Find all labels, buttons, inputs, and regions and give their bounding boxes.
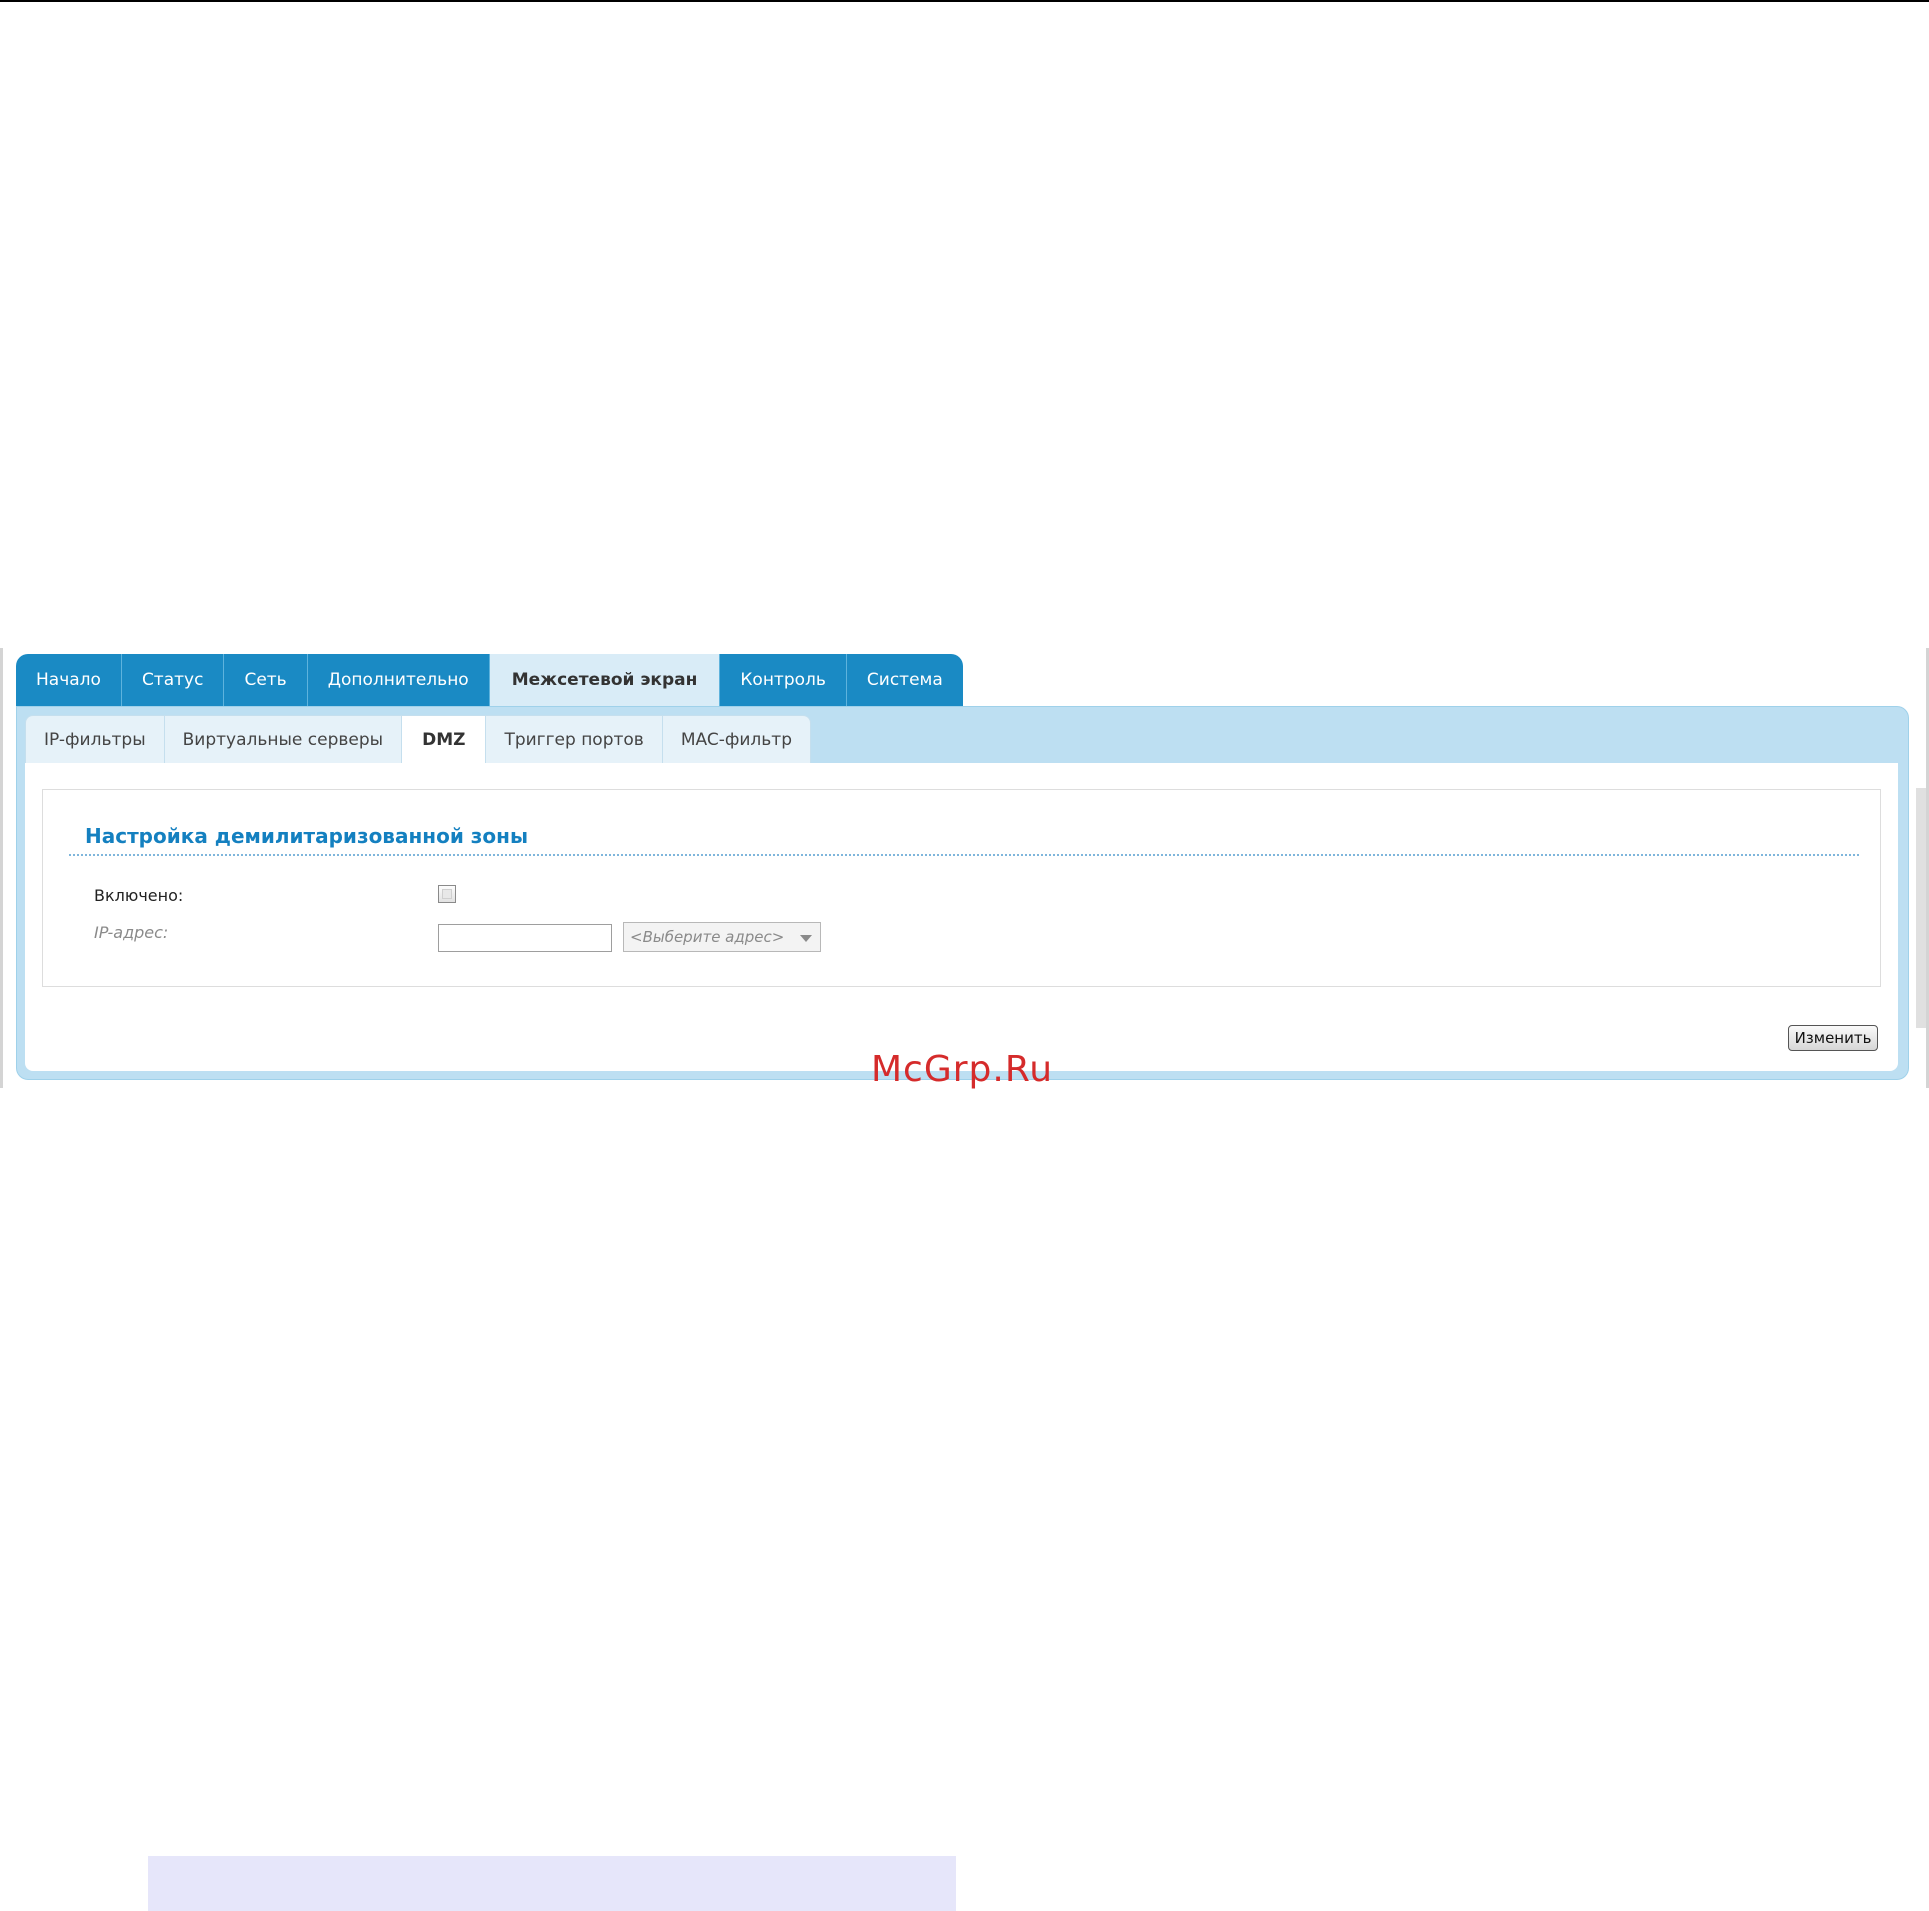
section-divider bbox=[69, 854, 1859, 856]
subtab-mac-filter[interactable]: MAC-фильтр bbox=[663, 716, 810, 764]
watermark-logo: McGrp.Ru bbox=[871, 1049, 1054, 1090]
highlight-block bbox=[148, 1856, 956, 1911]
firewall-sub-tabs: IP-фильтры Виртуальные серверы DMZ Тригг… bbox=[25, 715, 811, 764]
scrollbar-track[interactable] bbox=[1916, 788, 1926, 1028]
ip-address-input[interactable] bbox=[438, 924, 612, 952]
chevron-down-icon bbox=[800, 935, 812, 942]
address-select-value: <Выберите адрес> bbox=[630, 928, 785, 946]
main-menu-tabs: Начало Статус Сеть Дополнительно Межсете… bbox=[16, 654, 963, 706]
address-select[interactable]: <Выберите адрес> bbox=[623, 922, 821, 952]
tab-control[interactable]: Контроль bbox=[720, 654, 847, 706]
subtab-ip-filters[interactable]: IP-фильтры bbox=[26, 716, 165, 764]
enabled-label: Включено: bbox=[94, 886, 184, 905]
tab-system[interactable]: Система bbox=[847, 654, 963, 706]
dmz-content: Настройка демилитаризованной зоны Включе… bbox=[25, 763, 1898, 1090]
ip-address-label: IP-адрес: bbox=[94, 923, 169, 942]
page: Начало Статус Сеть Дополнительно Межсете… bbox=[0, 0, 1929, 1911]
apply-button[interactable]: Изменить bbox=[1788, 1025, 1878, 1051]
window-left-edge bbox=[0, 648, 3, 1088]
subtab-port-trigger[interactable]: Триггер портов bbox=[486, 716, 663, 764]
subtab-dmz[interactable]: DMZ bbox=[402, 716, 487, 764]
top-rule bbox=[0, 0, 1929, 2]
tab-firewall[interactable]: Межсетевой экран bbox=[489, 654, 721, 706]
dmz-settings-section: Настройка демилитаризованной зоны Включе… bbox=[42, 789, 1881, 987]
tab-home[interactable]: Начало bbox=[16, 654, 122, 706]
tab-network[interactable]: Сеть bbox=[224, 654, 308, 706]
tab-status[interactable]: Статус bbox=[122, 654, 225, 706]
subtab-virtual-servers[interactable]: Виртуальные серверы bbox=[165, 716, 403, 764]
tab-advanced[interactable]: Дополнительно bbox=[308, 654, 490, 706]
section-title: Настройка демилитаризованной зоны bbox=[85, 824, 529, 848]
router-web-interface: Начало Статус Сеть Дополнительно Межсете… bbox=[0, 648, 1929, 1090]
firewall-panel: IP-фильтры Виртуальные серверы DMZ Тригг… bbox=[16, 706, 1909, 1090]
enabled-checkbox[interactable] bbox=[438, 885, 456, 903]
